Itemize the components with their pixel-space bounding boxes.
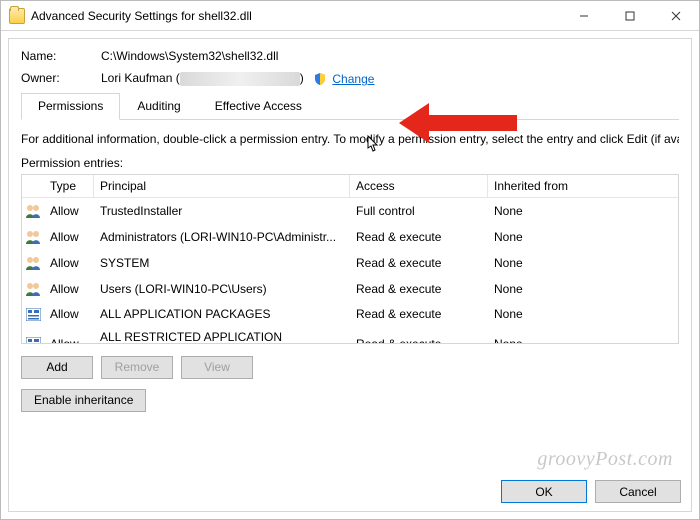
- tab-effective-access[interactable]: Effective Access: [198, 93, 319, 120]
- entries-label: Permission entries:: [21, 156, 679, 170]
- change-owner-link[interactable]: Change: [332, 72, 374, 86]
- cell-principal: ALL APPLICATION PACKAGES: [94, 306, 350, 322]
- window-controls: [561, 1, 699, 30]
- titlebar: Advanced Security Settings for shell32.d…: [1, 1, 699, 31]
- cell-type: Allow: [44, 336, 94, 344]
- cell-type: Allow: [44, 203, 94, 219]
- cell-access: Read & execute: [350, 281, 488, 297]
- permission-list: Type Principal Access Inherited from All…: [21, 174, 679, 344]
- minimize-button[interactable]: [561, 1, 607, 30]
- enable-inheritance-button[interactable]: Enable inheritance: [21, 389, 146, 412]
- cell-inherited: None: [488, 203, 678, 219]
- cell-type: Allow: [44, 306, 94, 322]
- cell-access: Full control: [350, 203, 488, 219]
- cell-principal: Users (LORI-WIN10-PC\Users): [94, 281, 350, 297]
- table-row[interactable]: AllowAdministrators (LORI-WIN10-PC\Admin…: [22, 224, 678, 250]
- cell-type: Allow: [44, 281, 94, 297]
- info-text: For additional information, double-click…: [21, 132, 679, 146]
- package-icon: [22, 333, 44, 344]
- cell-access: Read & execute: [350, 336, 488, 344]
- cell-principal: ALL RESTRICTED APPLICATION PACKAGES: [94, 329, 350, 344]
- main-panel: Name: C:\Windows\System32\shell32.dll Ow…: [8, 38, 692, 512]
- table-row[interactable]: AllowTrustedInstallerFull controlNone: [22, 198, 678, 224]
- cell-access: Read & execute: [350, 255, 488, 271]
- name-value: C:\Windows\System32\shell32.dll: [101, 49, 278, 63]
- users-icon: [22, 278, 44, 300]
- owner-redacted: [180, 72, 300, 86]
- owner-row: Owner: Lori Kaufman () Change: [21, 71, 679, 86]
- cell-type: Allow: [44, 229, 94, 245]
- view-button[interactable]: View: [181, 356, 253, 379]
- cell-inherited: None: [488, 255, 678, 271]
- folder-icon: [9, 8, 25, 24]
- cell-inherited: None: [488, 281, 678, 297]
- maximize-button[interactable]: [607, 1, 653, 30]
- window-title: Advanced Security Settings for shell32.d…: [31, 9, 252, 23]
- owner-close-paren: ): [300, 71, 304, 85]
- owner-value: Lori Kaufman () Change: [101, 71, 374, 86]
- package-icon: [22, 304, 44, 325]
- cell-principal: Administrators (LORI-WIN10-PC\Administr.…: [94, 229, 350, 245]
- col-principal[interactable]: Principal: [94, 175, 350, 197]
- name-label: Name:: [21, 49, 101, 63]
- close-button[interactable]: [653, 1, 699, 30]
- users-icon: [22, 252, 44, 274]
- name-row: Name: C:\Windows\System32\shell32.dll: [21, 49, 679, 63]
- cell-inherited: None: [488, 229, 678, 245]
- users-icon: [22, 200, 44, 222]
- table-row[interactable]: AllowALL APPLICATION PACKAGESRead & exec…: [22, 302, 678, 327]
- table-row[interactable]: AllowSYSTEMRead & executeNone: [22, 250, 678, 276]
- cell-inherited: None: [488, 306, 678, 322]
- tabs: Permissions Auditing Effective Access: [21, 92, 679, 120]
- cell-principal: SYSTEM: [94, 255, 350, 271]
- tab-auditing[interactable]: Auditing: [120, 93, 197, 120]
- cell-type: Allow: [44, 255, 94, 271]
- cancel-button[interactable]: Cancel: [595, 480, 681, 503]
- cell-access: Read & execute: [350, 229, 488, 245]
- col-access[interactable]: Access: [350, 175, 488, 197]
- tab-permissions[interactable]: Permissions: [21, 93, 120, 120]
- table-row[interactable]: AllowALL RESTRICTED APPLICATION PACKAGES…: [22, 327, 678, 344]
- watermark: groovyPost.com: [537, 448, 673, 471]
- table-row[interactable]: AllowUsers (LORI-WIN10-PC\Users)Read & e…: [22, 276, 678, 302]
- footer-buttons: OK Cancel: [501, 480, 681, 503]
- col-type[interactable]: Type: [44, 175, 94, 197]
- cell-inherited: None: [488, 336, 678, 344]
- users-icon: [22, 226, 44, 248]
- cell-access: Read & execute: [350, 306, 488, 322]
- permission-header: Type Principal Access Inherited from: [22, 175, 678, 198]
- shield-icon: [313, 72, 327, 86]
- cell-principal: TrustedInstaller: [94, 203, 350, 219]
- col-inherited[interactable]: Inherited from: [488, 175, 678, 197]
- add-button[interactable]: Add: [21, 356, 93, 379]
- remove-button[interactable]: Remove: [101, 356, 173, 379]
- entry-actions: Add Remove View: [21, 356, 679, 379]
- ok-button[interactable]: OK: [501, 480, 587, 503]
- owner-name: Lori Kaufman (: [101, 71, 180, 85]
- owner-label: Owner:: [21, 71, 101, 85]
